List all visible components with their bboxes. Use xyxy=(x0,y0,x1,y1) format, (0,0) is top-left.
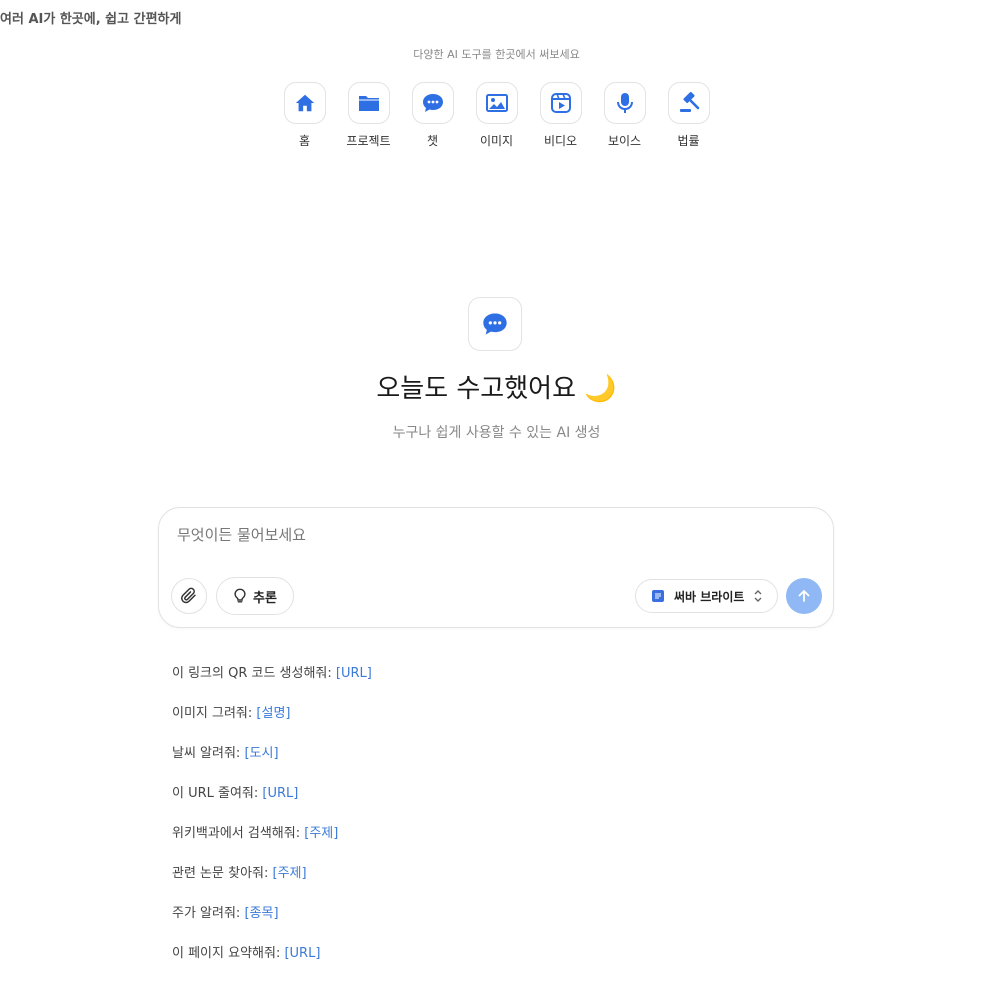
suggestion-text: 위키백과에서 검색해줘: xyxy=(172,826,305,841)
tool-video-label: 비디오 xyxy=(543,134,578,148)
send-button[interactable] xyxy=(786,578,822,614)
tool-chat-label: 챗 xyxy=(426,134,439,148)
chat-icon xyxy=(422,94,443,112)
tool-voice-button[interactable] xyxy=(603,82,646,124)
reasoning-toggle[interactable]: 추론 xyxy=(216,577,294,615)
tool-home[interactable]: 홈 xyxy=(283,82,327,149)
video-icon xyxy=(550,93,571,113)
tool-home-label: 홈 xyxy=(298,134,311,148)
message-input[interactable] xyxy=(175,522,819,548)
model-icon xyxy=(652,590,664,602)
paperclip-icon xyxy=(181,587,196,604)
suggestion-text: 날씨 알려줘: xyxy=(172,746,245,761)
tool-chat[interactable]: 챗 xyxy=(411,82,455,149)
tool-video-button[interactable] xyxy=(539,82,582,124)
microphone-icon xyxy=(616,93,633,113)
suggestion-placeholder: [URL] xyxy=(262,786,299,801)
tool-voice[interactable]: 보이스 xyxy=(603,82,647,149)
suggestion-item[interactable]: 관련 논문 찾아줘: [주제] xyxy=(172,862,372,902)
tools-caption: 다양한 AI 도구를 한곳에서 써보세요 xyxy=(413,48,580,61)
suggestion-item[interactable]: 날씨 알려줘: [도시] xyxy=(172,742,372,782)
suggestion-item[interactable]: 이 링크의 QR 코드 생성해줘: [URL] xyxy=(172,662,372,702)
suggestion-item[interactable]: 위키백과에서 검색해줘: [주제] xyxy=(172,822,372,862)
home-icon xyxy=(295,94,314,112)
tool-voice-label: 보이스 xyxy=(607,134,642,148)
tool-bar: 홈 프로젝트 챗 이미지 비디오 보이스 법률 xyxy=(0,82,993,149)
suggestion-placeholder: [주제] xyxy=(304,826,339,841)
tool-project-label: 프로젝트 xyxy=(346,134,391,148)
suggestion-text: 이미지 그려줘: xyxy=(172,706,257,721)
page: 여러 AI가 한곳에, 쉽고 간편하게 다양한 AI 도구를 한곳에서 써보세요… xyxy=(0,0,993,993)
suggestion-text: 이 페이지 요약해줘: xyxy=(172,946,285,961)
suggestion-text: 관련 논문 찾아줘: xyxy=(172,866,273,881)
tool-image-button[interactable] xyxy=(475,82,518,124)
tool-project[interactable]: 프로젝트 xyxy=(346,82,391,149)
tool-chat-button[interactable] xyxy=(411,82,454,124)
hero-title: 오늘도 수고했어요 🌙 xyxy=(376,374,617,404)
tool-image[interactable]: 이미지 xyxy=(475,82,519,149)
tool-legal-button[interactable] xyxy=(667,82,710,124)
lightbulb-icon xyxy=(234,588,246,603)
suggestion-item[interactable]: 이미지 그려줘: [설명] xyxy=(172,702,372,742)
chevron-updown-icon xyxy=(754,590,762,602)
suggestion-text: 이 URL 줄여줘: xyxy=(172,786,263,801)
tool-legal[interactable]: 법률 xyxy=(667,82,711,149)
suggestion-text: 주가 알려줘: xyxy=(172,906,245,921)
arrow-up-icon xyxy=(798,590,810,602)
image-icon xyxy=(485,94,508,112)
hero-icon-frame xyxy=(468,297,522,351)
folder-icon xyxy=(358,96,379,111)
suggestion-placeholder: [주제] xyxy=(272,866,307,881)
tool-video[interactable]: 비디오 xyxy=(539,82,583,149)
hero-subtitle: 누구나 쉽게 사용할 수 있는 AI 생성 xyxy=(392,425,601,441)
suggestion-placeholder: [설명] xyxy=(256,706,291,721)
tool-image-label: 이미지 xyxy=(479,134,514,148)
suggestion-text: 이 링크의 QR 코드 생성해줘: xyxy=(172,666,336,681)
suggestion-item[interactable]: 이 페이지 요약해줘: [URL] xyxy=(172,942,372,982)
suggestion-item[interactable]: 주가 알려줘: [종목] xyxy=(172,902,372,942)
reasoning-label: 추론 xyxy=(253,590,277,606)
suggestion-placeholder: [URL] xyxy=(335,666,372,681)
gavel-icon xyxy=(679,91,699,112)
suggestion-placeholder: [종목] xyxy=(244,906,279,921)
attach-button[interactable] xyxy=(171,578,207,614)
model-selector[interactable]: 써바 브라이트 xyxy=(635,579,778,613)
suggestion-placeholder: [도시] xyxy=(244,746,279,761)
tool-legal-label: 법률 xyxy=(677,134,700,148)
chat-composer: 추론 써바 브라이트 xyxy=(158,507,834,628)
model-label: 써바 브라이트 xyxy=(674,589,745,604)
suggestion-list: 이 링크의 QR 코드 생성해줘: [URL] 이미지 그려줘: [설명] 날씨… xyxy=(172,662,372,982)
tool-home-button[interactable] xyxy=(283,82,326,124)
suggestion-placeholder: [URL] xyxy=(284,946,321,961)
chat-icon xyxy=(483,313,507,335)
tool-project-button[interactable] xyxy=(347,82,390,124)
suggestion-item[interactable]: 이 URL 줄여줘: [URL] xyxy=(172,782,372,822)
tagline: 여러 AI가 한곳에, 쉽고 간편하게 xyxy=(0,12,182,27)
